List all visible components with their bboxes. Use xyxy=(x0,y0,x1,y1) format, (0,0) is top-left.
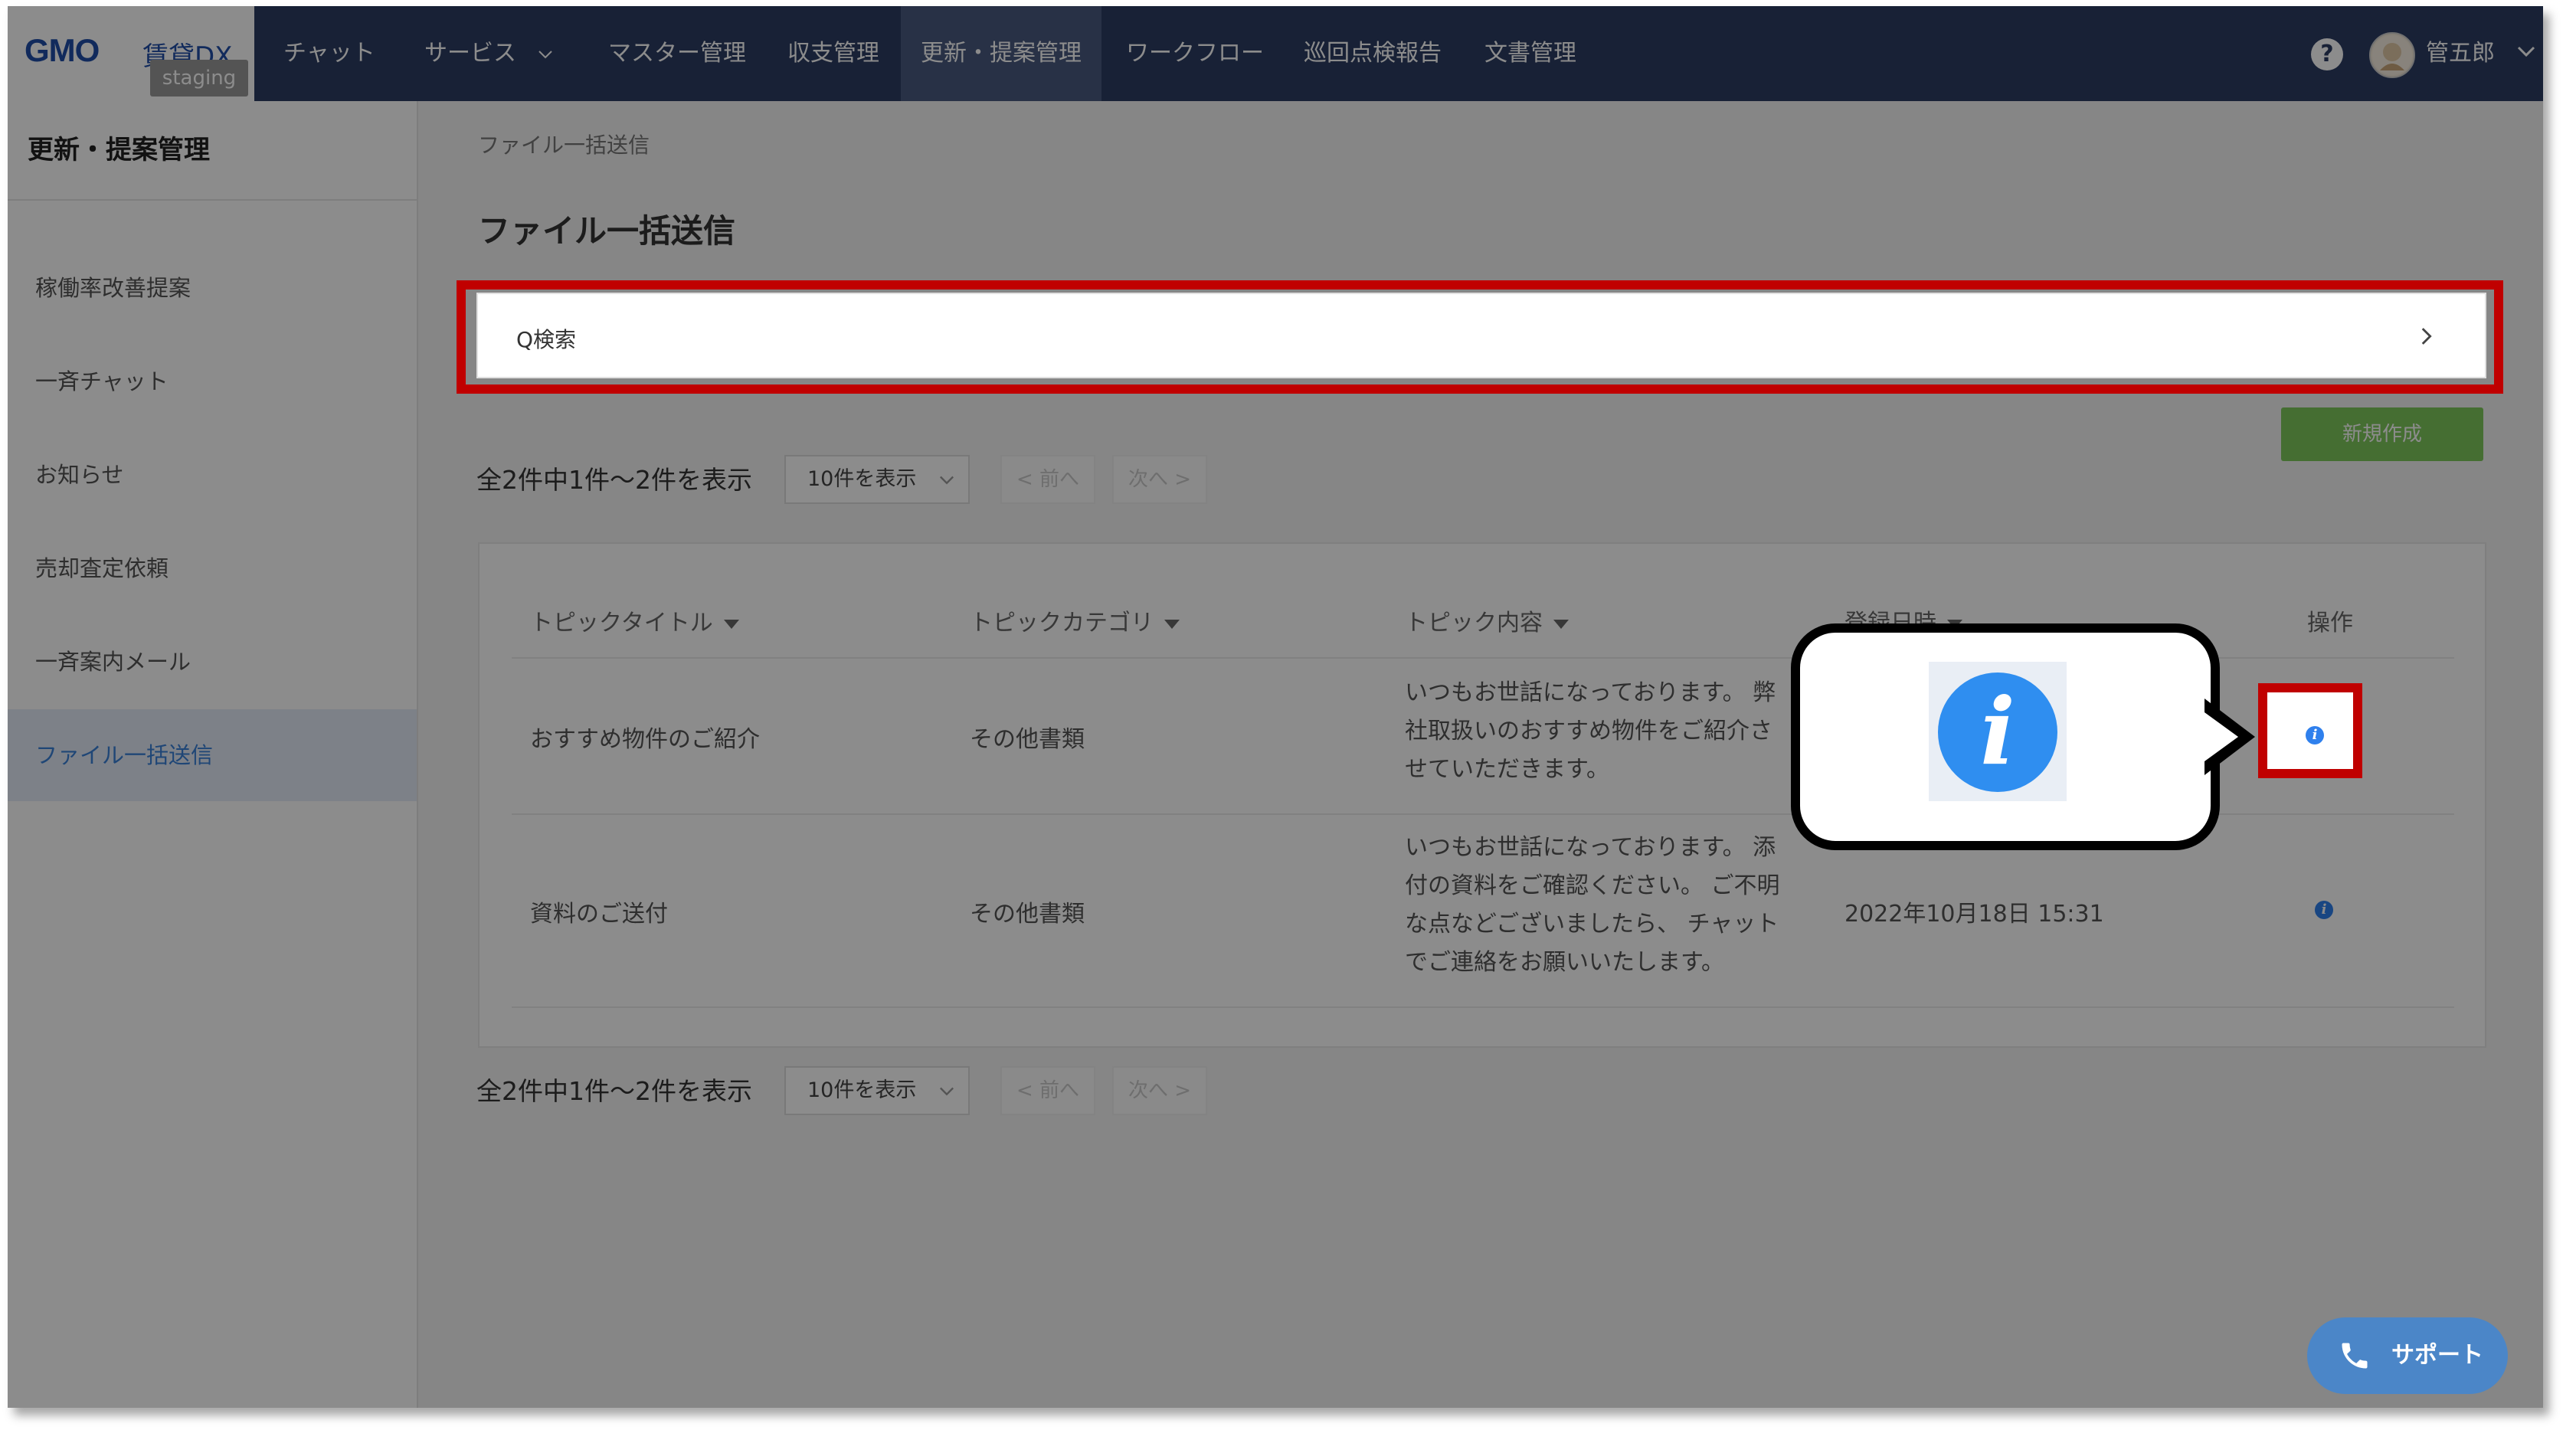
per-page-select[interactable]: 10件を表示 xyxy=(784,455,970,504)
nav-item-documents[interactable]: 文書管理 xyxy=(1484,6,1576,101)
chevron-down-icon[interactable] xyxy=(2515,40,2538,63)
per-page-value: 10件を表示 xyxy=(807,467,917,491)
nav-item-inspection[interactable]: 巡回点検報告 xyxy=(1304,6,1442,101)
chevron-down-icon xyxy=(940,1087,954,1096)
result-count: 全2件中1件～2件を表示 xyxy=(476,1076,752,1106)
sidebar-item-sale-appraisal[interactable]: 売却査定依頼 xyxy=(8,522,417,614)
row-title: おすすめ物件のご紹介 xyxy=(530,726,760,753)
sidebar-title: 更新・提案管理 xyxy=(28,135,210,165)
sidebar-item-file-send[interactable]: ファイル一括送信 xyxy=(8,709,417,801)
nav-item-service-label: サービス xyxy=(424,40,516,67)
info-icon[interactable]: i xyxy=(2306,726,2324,744)
support-label: サポート xyxy=(2391,1342,2483,1369)
per-page-select[interactable]: 10件を表示 xyxy=(784,1066,970,1115)
sidebar-item-broadcast-mail[interactable]: 一斉案内メール xyxy=(8,616,417,708)
prev-button[interactable]: < 前へ xyxy=(1000,1066,1095,1115)
row-divider xyxy=(512,1006,2454,1008)
search-highlight xyxy=(457,280,2503,394)
row-category: その他書類 xyxy=(970,726,1085,753)
sidebar-item-notices[interactable]: お知らせ xyxy=(8,429,417,521)
info-icon[interactable]: i xyxy=(2315,901,2333,919)
chevron-down-icon xyxy=(940,476,954,485)
info-icon: i xyxy=(1938,672,2057,792)
app-window: GMO 賃貸DX staging チャット サービス マスター管理 収支管理 更… xyxy=(8,6,2543,1408)
prev-button[interactable]: < 前へ xyxy=(1000,455,1095,504)
nav-item-workflow[interactable]: ワークフロー xyxy=(1126,6,1264,101)
username[interactable]: 管五郎 xyxy=(2426,6,2495,101)
top-bar: GMO 賃貸DX staging チャット サービス マスター管理 収支管理 更… xyxy=(8,6,2543,101)
info-icon-highlight: i xyxy=(2258,683,2362,778)
sidebar-divider xyxy=(8,199,417,201)
nav-item-service[interactable]: サービス xyxy=(424,6,555,101)
avatar-image xyxy=(2372,35,2412,75)
support-button[interactable]: サポート xyxy=(2307,1317,2508,1394)
nav-item-renewal[interactable]: 更新・提案管理 xyxy=(901,6,1101,101)
chevron-down-icon xyxy=(538,50,552,58)
page-title: ファイル一括送信 xyxy=(478,212,736,250)
next-button[interactable]: 次へ > xyxy=(1112,455,1207,504)
logo[interactable]: GMO 賃貸DX staging xyxy=(8,6,254,101)
next-button[interactable]: 次へ > xyxy=(1112,1066,1207,1115)
nav-item-chat[interactable]: チャット xyxy=(283,6,375,101)
header-category-label: トピックカテゴリ xyxy=(970,610,1154,636)
env-badge: staging xyxy=(150,60,248,97)
help-icon[interactable]: ? xyxy=(2311,38,2343,70)
header-category[interactable]: トピックカテゴリ xyxy=(970,604,1180,637)
logo-gmo: GMO xyxy=(25,32,100,68)
row-content: いつもお世話になっております。 添付の資料をご確認ください。 ご不明な点などござ… xyxy=(1405,834,1780,976)
breadcrumb[interactable]: ファイル一括送信 xyxy=(478,129,650,159)
nav-item-finance[interactable]: 収支管理 xyxy=(787,6,879,101)
phone-icon xyxy=(2342,1343,2368,1369)
sidebar-item-broadcast-chat[interactable]: 一斉チャット xyxy=(8,335,417,427)
header-content-label: トピック内容 xyxy=(1405,610,1543,636)
per-page-value: 10件を表示 xyxy=(807,1078,917,1102)
new-button[interactable]: 新規作成 xyxy=(2281,407,2483,461)
result-count: 全2件中1件～2件を表示 xyxy=(476,465,752,495)
row-category: その他書類 xyxy=(970,901,1085,928)
header-content[interactable]: トピック内容 xyxy=(1405,604,1569,637)
header-title[interactable]: トピックタイトル xyxy=(530,604,739,637)
avatar[interactable] xyxy=(2369,32,2415,78)
nav-item-master[interactable]: マスター管理 xyxy=(608,6,746,101)
sort-icon xyxy=(723,619,739,629)
sort-icon xyxy=(1553,619,1569,629)
header-title-label: トピックタイトル xyxy=(530,610,713,636)
sidebar-item-occupancy[interactable]: 稼働率改善提案 xyxy=(8,242,417,334)
row-content: いつもお世話になっております。 弊社取扱いのおすすめ物件をご紹介させていただきま… xyxy=(1405,679,1776,783)
header-actions: 操作 xyxy=(2307,610,2353,636)
row-title: 資料のご送付 xyxy=(530,901,668,928)
row-date: 2022年10月18日 15:31 xyxy=(1844,901,2104,928)
sidebar: 更新・提案管理 稼働率改善提案 一斉チャット お知らせ 売却査定依頼 一斉案内メ… xyxy=(8,101,418,1408)
callout-tail xyxy=(2204,699,2255,775)
sort-icon xyxy=(1164,619,1180,629)
